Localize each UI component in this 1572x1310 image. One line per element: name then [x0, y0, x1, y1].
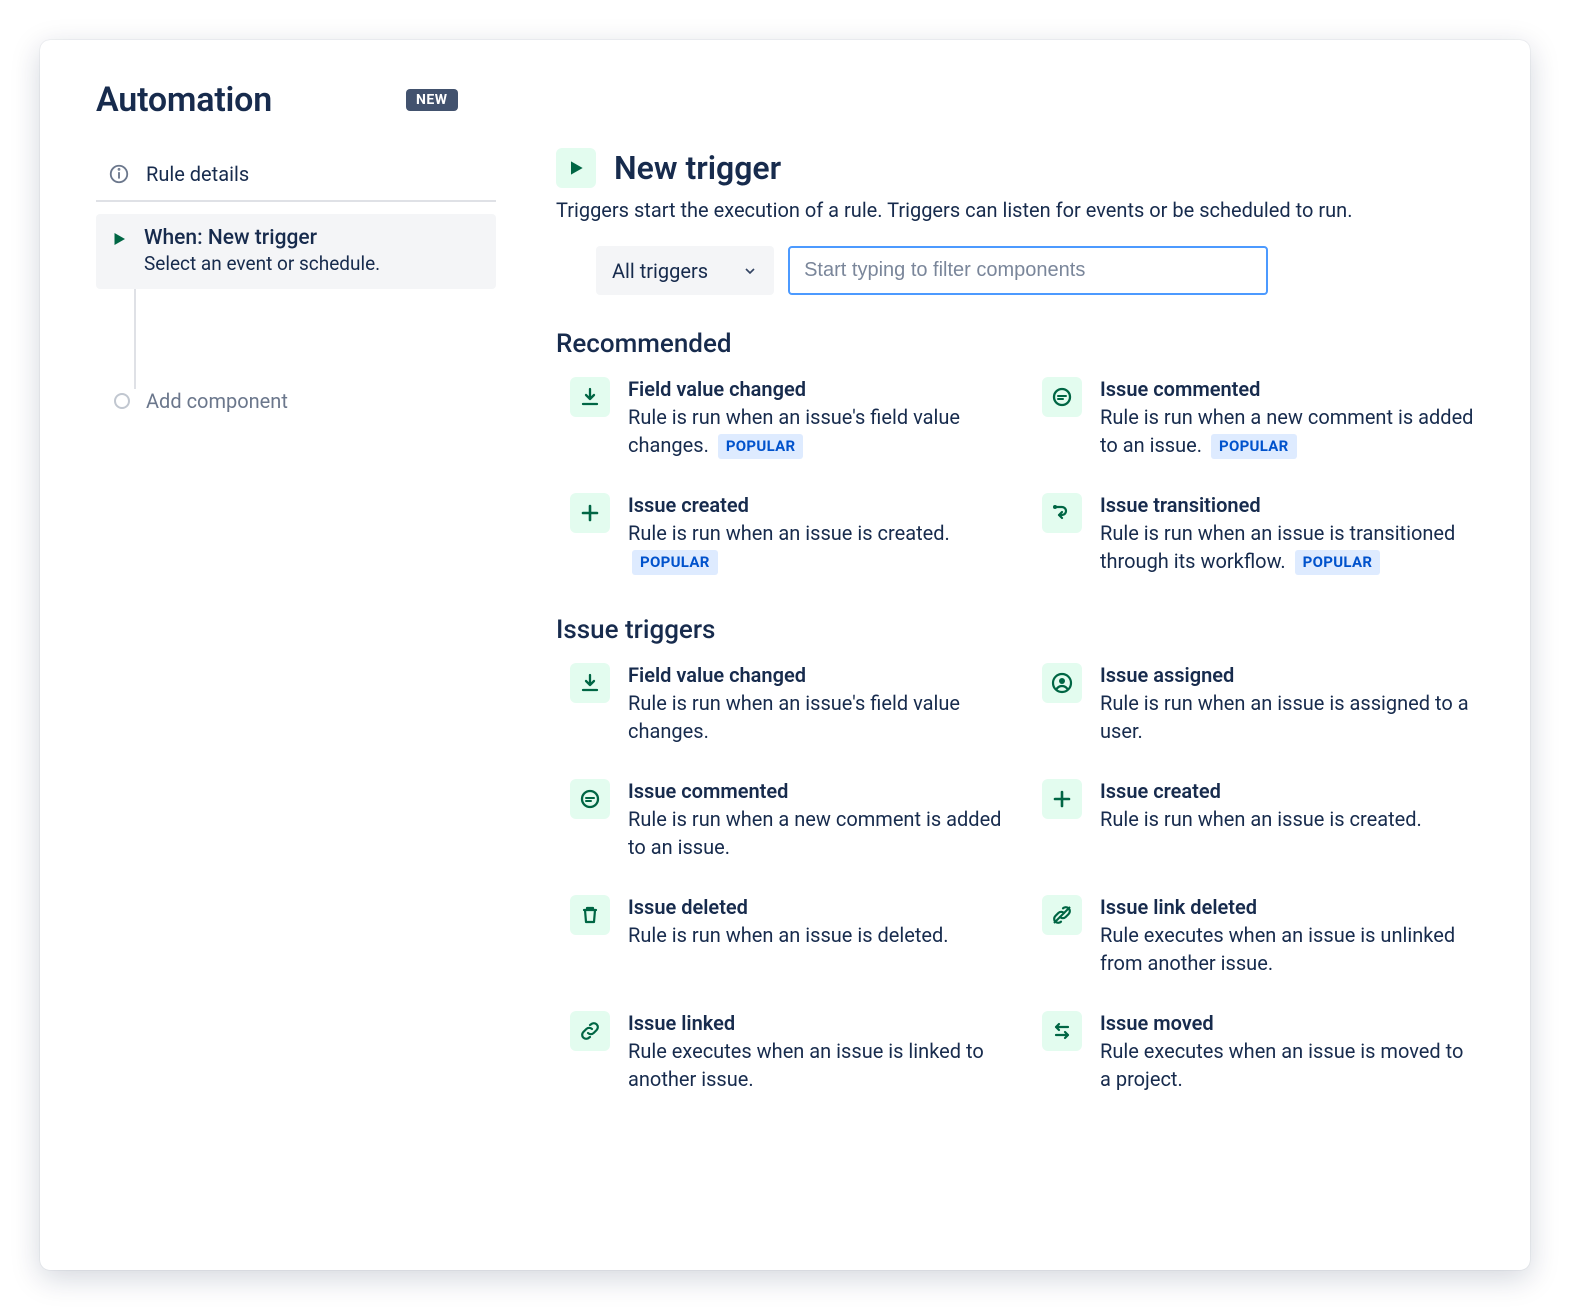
page-title: Automation	[96, 80, 272, 120]
trigger-card-title: Issue created	[1100, 779, 1474, 803]
trigger-card-title: Issue commented	[1100, 377, 1474, 401]
download-icon	[570, 377, 610, 417]
trigger-card[interactable]: Field value changedRule is run when an i…	[570, 663, 1002, 745]
trigger-card-title: Issue link deleted	[1100, 895, 1474, 919]
trigger-card-desc: Rule is run when an issue is deleted.	[628, 921, 1002, 949]
trigger-subtitle: Select an event or schedule.	[144, 252, 380, 275]
trigger-card-desc: Rule is run when an issue's field value …	[628, 403, 1002, 459]
comment-icon	[1042, 377, 1082, 417]
trigger-card-desc: Rule executes when an issue is moved to …	[1100, 1037, 1474, 1093]
trigger-card-desc: Rule executes when an issue is unlinked …	[1100, 921, 1474, 977]
component-search-input[interactable]	[788, 246, 1268, 295]
trigger-card-desc: Rule is run when an issue is created.	[1100, 805, 1474, 833]
trigger-card[interactable]: Issue assignedRule is run when an issue …	[1042, 663, 1474, 745]
trigger-card-desc: Rule is run when an issue is assigned to…	[1100, 689, 1474, 745]
trigger-card[interactable]: Issue movedRule executes when an issue i…	[1042, 1011, 1474, 1093]
chevron-down-icon	[742, 263, 758, 279]
trigger-card-desc: Rule executes when an issue is linked to…	[628, 1037, 1002, 1093]
connector-line	[122, 289, 496, 389]
plus-icon	[570, 493, 610, 533]
trigger-card-title: Issue commented	[628, 779, 1002, 803]
popular-badge: POPULAR	[1211, 434, 1297, 459]
header: Automation NEW	[96, 80, 1474, 120]
link-icon	[570, 1011, 610, 1051]
trigger-card-desc: Rule is run when a new comment is added …	[1100, 403, 1474, 459]
plus-icon	[1042, 779, 1082, 819]
trigger-card[interactable]: Issue link deletedRule executes when an …	[1042, 895, 1474, 977]
trigger-card-title: Issue created	[628, 493, 1002, 517]
trigger-card[interactable]: Issue transitionedRule is run when an is…	[1042, 493, 1474, 575]
rule-details-label: Rule details	[146, 162, 249, 186]
trash-icon	[570, 895, 610, 935]
trigger-card-title: Issue transitioned	[1100, 493, 1474, 517]
trigger-category-dropdown[interactable]: All triggers	[596, 246, 774, 295]
automation-panel: Automation NEW Rule details When: New tr…	[40, 40, 1530, 1270]
section-title: Issue triggers	[556, 615, 1474, 645]
trigger-card[interactable]: Issue createdRule is run when an issue i…	[1042, 779, 1474, 861]
trigger-card-desc: Rule is run when an issue is transitione…	[1100, 519, 1474, 575]
info-icon	[108, 163, 130, 185]
transition-icon	[1042, 493, 1082, 533]
trigger-card-title: Issue linked	[628, 1011, 1002, 1035]
trigger-card[interactable]: Issue commentedRule is run when a new co…	[1042, 377, 1474, 459]
trigger-card-title: Issue deleted	[628, 895, 1002, 919]
trigger-card-title: Field value changed	[628, 663, 1002, 687]
add-component-row[interactable]: Add component	[96, 389, 496, 413]
dropdown-label: All triggers	[612, 259, 708, 283]
sidebar: Rule details When: New trigger Select an…	[96, 148, 496, 1133]
trigger-card[interactable]: Issue deletedRule is run when an issue i…	[570, 895, 1002, 977]
play-icon	[110, 226, 128, 275]
trigger-card-desc: Rule is run when a new comment is added …	[628, 805, 1002, 861]
sidebar-trigger-step[interactable]: When: New trigger Select an event or sch…	[96, 214, 496, 289]
main-title: New trigger	[614, 149, 781, 187]
move-icon	[1042, 1011, 1082, 1051]
main-content: New trigger Triggers start the execution…	[556, 148, 1474, 1133]
trigger-card-desc: Rule is run when an issue's field value …	[628, 689, 1002, 745]
section-title: Recommended	[556, 329, 1474, 359]
new-badge: NEW	[406, 89, 458, 111]
trigger-title: When: New trigger	[144, 226, 380, 250]
node-circle-icon	[114, 393, 130, 409]
popular-badge: POPULAR	[632, 550, 718, 575]
download-icon	[570, 663, 610, 703]
trigger-grid: Field value changedRule is run when an i…	[570, 663, 1474, 1093]
comment-icon	[570, 779, 610, 819]
trigger-card[interactable]: Issue createdRule is run when an issue i…	[570, 493, 1002, 575]
trigger-card-title: Issue moved	[1100, 1011, 1474, 1035]
trigger-card-desc: Rule is run when an issue is created. PO…	[628, 519, 1002, 575]
trigger-card-title: Field value changed	[628, 377, 1002, 401]
trigger-card[interactable]: Issue commentedRule is run when a new co…	[570, 779, 1002, 861]
popular-badge: POPULAR	[718, 434, 804, 459]
trigger-card[interactable]: Issue linkedRule executes when an issue …	[570, 1011, 1002, 1093]
trigger-card-title: Issue assigned	[1100, 663, 1474, 687]
user-icon	[1042, 663, 1082, 703]
unlink-icon	[1042, 895, 1082, 935]
trigger-card[interactable]: Field value changedRule is run when an i…	[570, 377, 1002, 459]
trigger-grid: Field value changedRule is run when an i…	[570, 377, 1474, 575]
add-component-label: Add component	[146, 389, 288, 413]
popular-badge: POPULAR	[1295, 550, 1381, 575]
sidebar-rule-details[interactable]: Rule details	[96, 148, 496, 202]
main-subtitle: Triggers start the execution of a rule. …	[556, 198, 1474, 222]
trigger-header-icon	[556, 148, 596, 188]
